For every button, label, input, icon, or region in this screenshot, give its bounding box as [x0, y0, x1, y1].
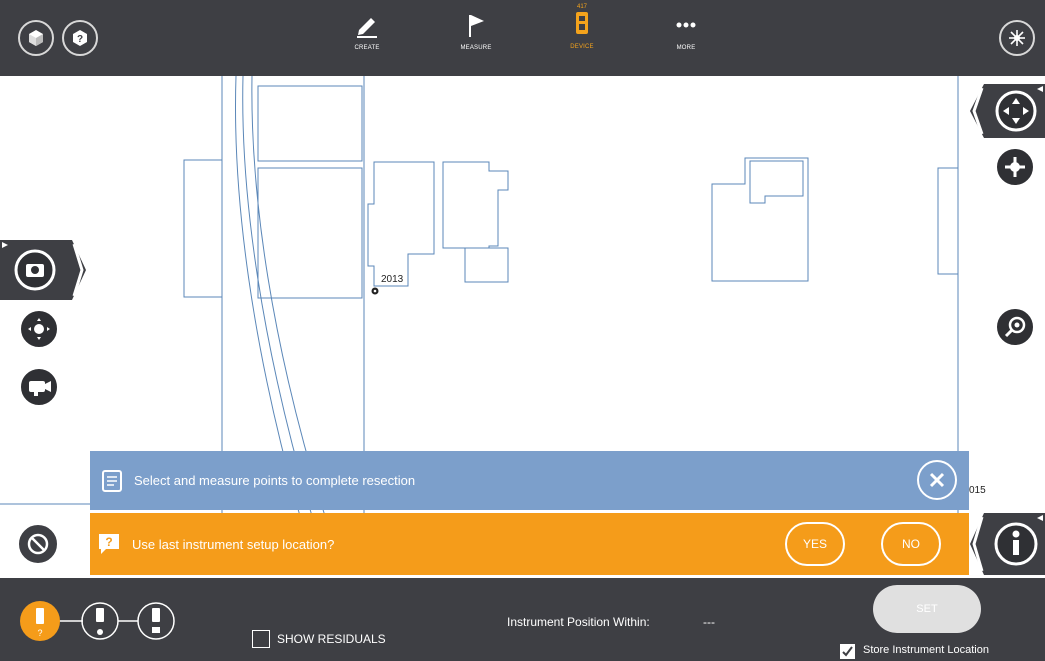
more-icon — [676, 22, 696, 28]
magnifier-icon — [1004, 316, 1026, 338]
set-button[interactable]: SET — [873, 585, 981, 633]
joystick-button[interactable] — [18, 308, 60, 350]
show-residuals-label: SHOW RESIDUALS — [277, 632, 386, 646]
device-badge: 417 — [576, 4, 587, 10]
store-location-label: Store Instrument Location — [863, 644, 989, 656]
instrument-position-value: --- — [703, 615, 715, 629]
top-toolbar: ? CREATE MEASURE 417 DEVICE MORE — [0, 0, 1045, 76]
question-banner: ? Use last instrument setup location? YE… — [90, 513, 969, 575]
show-residuals-checkbox[interactable] — [252, 630, 270, 648]
close-banner-button[interactable] — [917, 460, 957, 500]
yes-button[interactable]: YES — [785, 522, 845, 566]
total-station-icon — [576, 12, 588, 34]
pencil-icon — [357, 18, 377, 38]
svg-text:?: ? — [77, 34, 83, 45]
set-label: SET — [916, 603, 938, 615]
zoom-button[interactable] — [994, 306, 1036, 348]
checkmark-icon — [842, 646, 853, 657]
point-label: 2013 — [381, 274, 404, 285]
info-banner-text: Select and measure points to complete re… — [134, 473, 416, 488]
camera-panel-tab[interactable] — [0, 240, 88, 300]
pan-crosshair-icon — [1005, 157, 1025, 177]
instrument-position-label: Instrument Position Within: — [507, 615, 650, 629]
tab-device[interactable]: 417 DEVICE — [552, 4, 612, 50]
video-button[interactable] — [18, 366, 60, 408]
cancel-button[interactable] — [16, 522, 60, 566]
measure-label: MEASURE — [460, 45, 492, 51]
cube-icon — [29, 30, 43, 46]
prohibited-icon — [27, 533, 49, 555]
device-label: DEVICE — [570, 44, 594, 50]
setup-steps: ? — [20, 601, 175, 641]
help-icon: ? — [73, 30, 87, 46]
info-banner: Select and measure points to complete re… — [90, 451, 969, 510]
info-panel-tab-shape — [970, 513, 1045, 575]
flag-icon — [469, 15, 484, 37]
no-label: NO — [902, 537, 920, 551]
starburst-icon — [1009, 30, 1025, 46]
create-label: CREATE — [354, 45, 380, 51]
more-label: MORE — [676, 45, 696, 51]
tab-measure[interactable]: MEASURE — [446, 12, 506, 51]
camera-panel-tab-shape — [0, 240, 86, 300]
store-location-checkbox[interactable] — [840, 644, 855, 659]
cube-view-button[interactable] — [18, 20, 54, 56]
navigation-panel-tab[interactable] — [966, 84, 1045, 138]
point-label: 015 — [969, 485, 986, 496]
question-icon: ? — [99, 534, 119, 554]
question-banner-text: Use last instrument setup location? — [132, 537, 335, 552]
laser-button[interactable] — [999, 20, 1035, 56]
tab-more[interactable]: MORE — [656, 12, 716, 51]
info-panel-tab[interactable] — [966, 513, 1045, 575]
navigation-panel-tab-shape — [970, 84, 1045, 138]
video-camera-icon — [29, 381, 51, 396]
close-icon — [929, 472, 945, 488]
tab-create[interactable]: CREATE — [337, 12, 397, 51]
help-button[interactable]: ? — [62, 20, 98, 56]
svg-text:?: ? — [37, 628, 42, 638]
yes-label: YES — [802, 537, 827, 551]
no-button[interactable]: NO — [881, 522, 941, 566]
joystick-icon — [28, 318, 50, 340]
svg-text:?: ? — [105, 535, 112, 549]
document-icon — [102, 470, 122, 492]
pan-button[interactable] — [994, 146, 1036, 188]
